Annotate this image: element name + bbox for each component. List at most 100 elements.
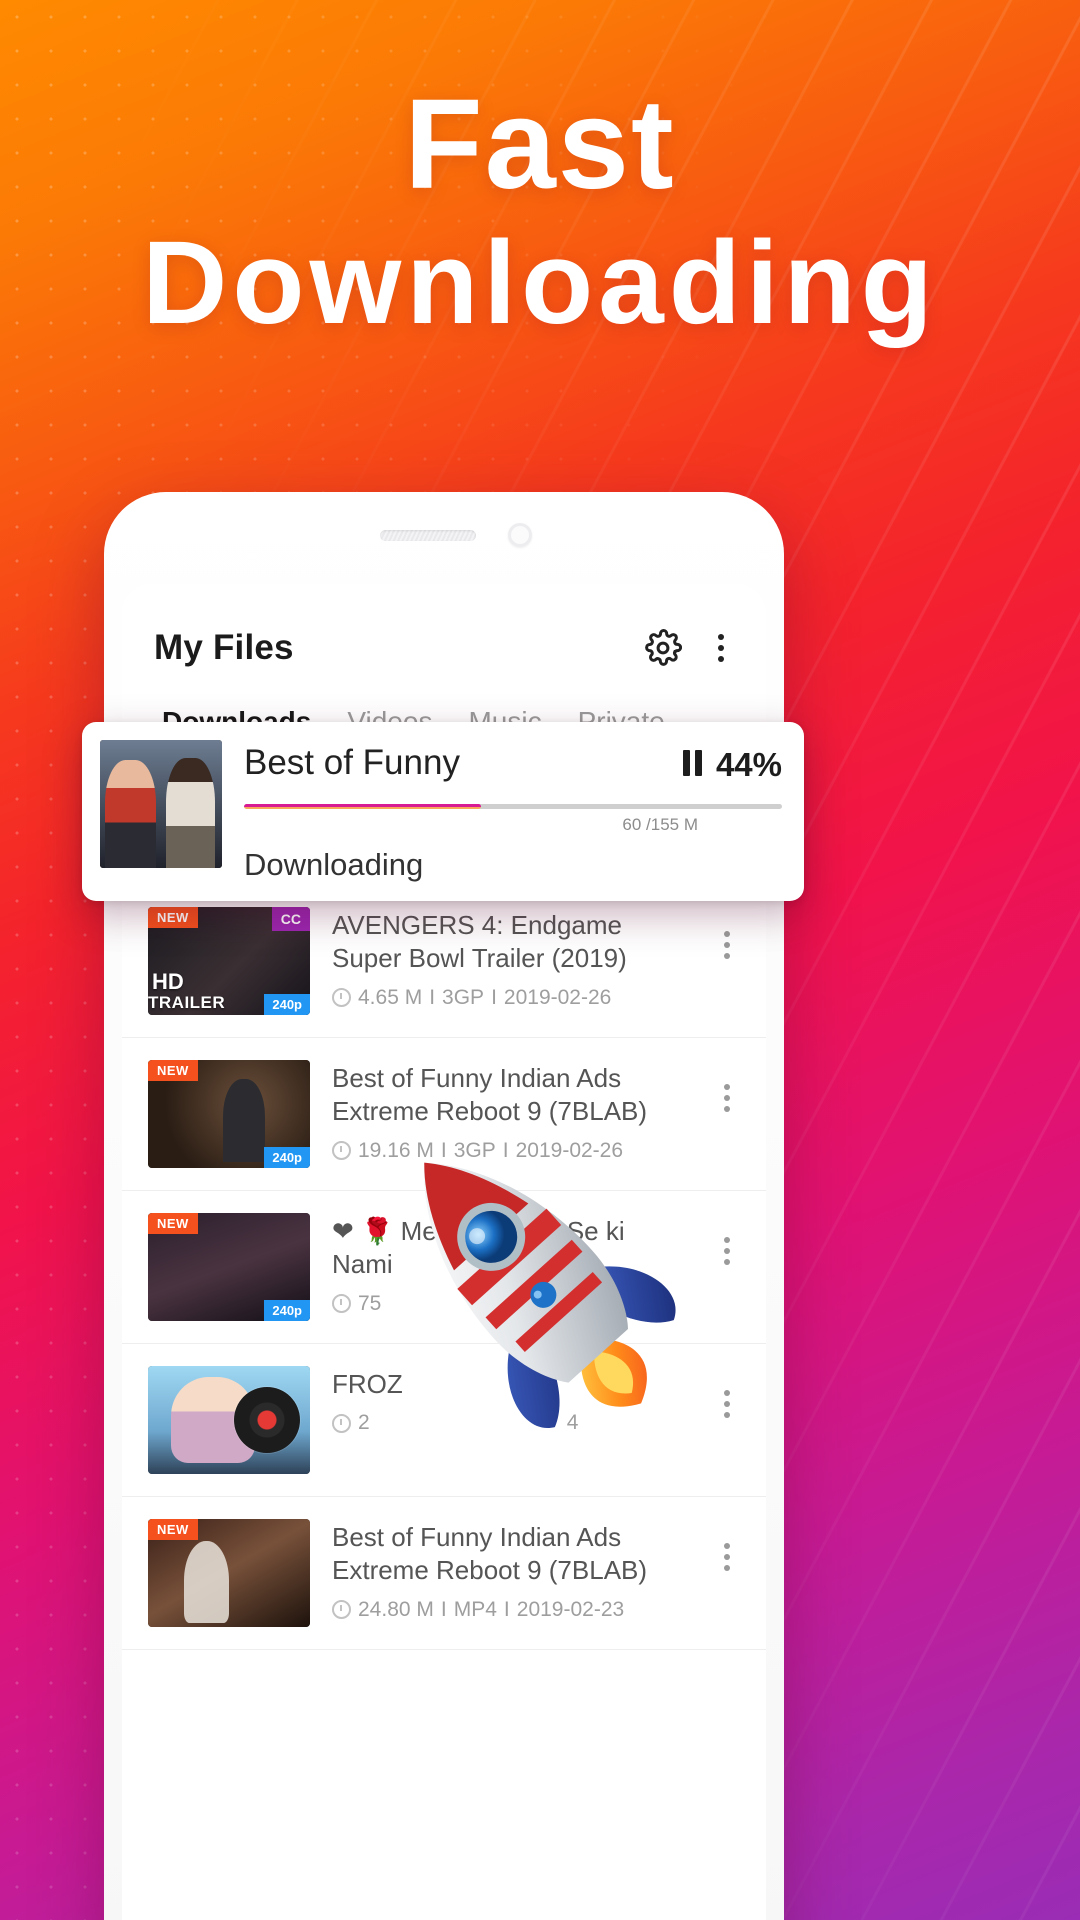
vinyl-disc-icon <box>234 1387 300 1453</box>
download-title: Best of Funny <box>244 743 460 782</box>
kebab-dot <box>724 942 730 948</box>
row-overflow-icon[interactable] <box>714 1060 740 1112</box>
row-overflow-icon[interactable] <box>714 1366 740 1418</box>
headline-line-1: Fast <box>404 73 676 216</box>
row-overflow-icon[interactable] <box>714 907 740 959</box>
file-meta: ❤ 🌹 Meri Aankhon Se ki Nami 75 <box>332 1213 692 1316</box>
thumbnail-art <box>100 740 222 868</box>
download-top-row: Best of Funny 44% <box>244 743 782 784</box>
badge-resolution: 240p <box>264 1300 310 1321</box>
table-row[interactable]: NEW 240p ❤ 🌹 Meri Aankhon Se ki Nami 75 <box>122 1191 766 1344</box>
kebab-dot <box>718 645 724 651</box>
file-subtitle: 2 4 <box>332 1411 692 1435</box>
kebab-dot <box>724 1401 730 1407</box>
pause-bar <box>694 750 702 776</box>
badge-new: NEW <box>148 907 198 928</box>
badge-new: NEW <box>148 1213 198 1234</box>
file-title: FROZ <box>332 1369 403 1399</box>
pause-icon[interactable] <box>682 750 702 776</box>
badge-new: NEW <box>148 1519 198 1540</box>
kebab-dot <box>724 1248 730 1254</box>
page-title: My Files <box>154 628 294 667</box>
clock-icon <box>332 1141 351 1161</box>
kebab-dot <box>724 1237 730 1243</box>
meta-separator: I <box>429 985 436 1009</box>
file-thumbnail: NEW 240p <box>148 1213 310 1321</box>
download-progress-card[interactable]: Best of Funny 44% 60 /155 M Downloading <box>82 722 804 901</box>
file-format: 3GP <box>453 1138 496 1162</box>
app-header: My Files <box>122 584 766 668</box>
kebab-dot <box>724 1390 730 1396</box>
file-date: 2019-02-26 <box>503 985 612 1009</box>
promo-headline: Fast Downloading <box>0 73 1080 356</box>
kebab-dot <box>724 1259 730 1265</box>
file-date: 2019-02-26 <box>515 1138 624 1162</box>
kebab-dot <box>724 1565 730 1571</box>
kebab-dot <box>724 1543 730 1549</box>
table-row[interactable]: NEW 240p Best of Funny Indian Ads Extrem… <box>122 1038 766 1191</box>
kebab-dot <box>724 931 730 937</box>
meta-separator: I <box>491 985 497 1009</box>
kebab-dot <box>718 656 724 662</box>
file-size: 19.16 M <box>358 1138 434 1162</box>
file-format: 3GP <box>442 985 485 1009</box>
kebab-dot <box>724 1554 730 1560</box>
kebab-dot <box>724 1084 730 1090</box>
file-title: Best of Funny Indian Ads Extreme Reboot … <box>332 1063 648 1127</box>
phone-speaker-grille <box>380 530 476 541</box>
progress-bar[interactable] <box>244 804 782 809</box>
file-format: MP4 <box>453 1597 497 1621</box>
promo-screenshot: Fast Downloading My Files NEW CC HD TRAI… <box>0 0 1080 1920</box>
file-size: 2 <box>358 1411 370 1435</box>
thumbnail-hd-label: HD <box>152 969 184 994</box>
phone-front-camera <box>508 523 532 547</box>
badge-cc: CC <box>271 907 310 931</box>
download-body: Best of Funny 44% 60 /155 M Downloading <box>244 740 782 883</box>
download-status: Downloading <box>244 847 424 882</box>
clock-icon <box>332 1294 351 1314</box>
progress-bar-fill <box>244 804 481 809</box>
download-thumbnail <box>100 740 222 868</box>
file-meta: AVENGERS 4: Endgame Super Bowl Trailer (… <box>332 907 692 1010</box>
file-meta: Best of Funny Indian Ads Extreme Reboot … <box>332 1519 692 1622</box>
file-thumbnail <box>148 1366 310 1474</box>
file-meta: Best of Funny Indian Ads Extreme Reboot … <box>332 1060 692 1163</box>
clock-icon <box>332 1600 351 1620</box>
pause-bar <box>682 750 690 776</box>
file-size: 75 <box>358 1291 382 1315</box>
file-size: 4.65 M <box>358 985 423 1009</box>
clock-icon <box>332 988 351 1008</box>
file-subtitle: 24.80 M I MP4 I 2019-02-23 <box>332 1598 692 1622</box>
clock-icon <box>332 1413 351 1433</box>
badge-new: NEW <box>148 1060 198 1081</box>
download-size: 60 /155 M <box>622 815 698 834</box>
file-title: ❤ 🌹 Meri Aankhon Se ki Nami <box>332 1216 625 1280</box>
kebab-menu-icon[interactable] <box>708 628 734 668</box>
meta-separator: I <box>440 1597 447 1621</box>
file-subtitle: 4.65 M I 3GP I 2019-02-26 <box>332 986 692 1010</box>
kebab-dot <box>724 1412 730 1418</box>
file-thumbnail: NEW <box>148 1519 310 1627</box>
kebab-dot <box>724 1095 730 1101</box>
row-overflow-icon[interactable] <box>714 1213 740 1265</box>
meta-separator: I <box>440 1138 447 1162</box>
file-date: 4 <box>566 1411 579 1435</box>
kebab-dot <box>724 1106 730 1112</box>
table-row[interactable]: NEW Best of Funny Indian Ads Extreme Reb… <box>122 1497 766 1650</box>
download-percent: 44% <box>715 746 782 783</box>
file-title: AVENGERS 4: Endgame Super Bowl Trailer (… <box>332 910 627 974</box>
meta-separator: I <box>502 1138 509 1162</box>
badge-resolution: 240p <box>264 1147 310 1168</box>
file-title: Best of Funny Indian Ads Extreme Reboot … <box>332 1522 648 1586</box>
file-thumbnail: NEW 240p <box>148 1060 310 1168</box>
file-date: 2019-02-23 <box>516 1597 625 1621</box>
gear-icon[interactable] <box>644 629 683 667</box>
headline-line-2: Downloading <box>142 217 938 350</box>
phone-mockup: My Files Downloads Videos Music <box>104 492 784 1920</box>
file-size: 24.80 M <box>358 1597 434 1621</box>
table-row[interactable]: FROZ 2 4 <box>122 1344 766 1497</box>
file-meta: FROZ 2 4 <box>332 1366 692 1435</box>
meta-separator: I <box>503 1597 510 1621</box>
kebab-dot <box>718 634 724 640</box>
row-overflow-icon[interactable] <box>714 1519 740 1571</box>
